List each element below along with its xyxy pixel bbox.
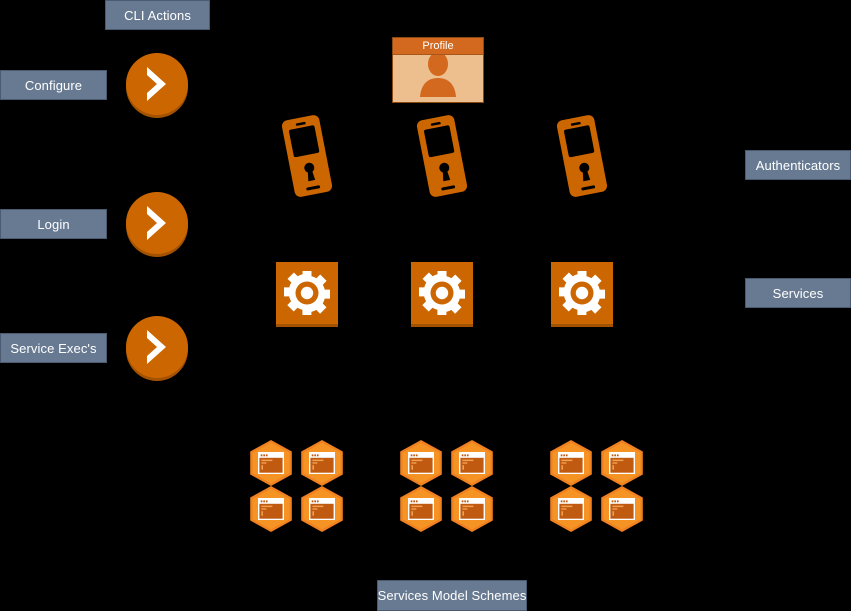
label-service-execs-text: Service Exec's [10,340,97,356]
gear-icon [419,270,465,316]
label-service-execs[interactable]: Service Exec's [0,333,107,363]
label-cli-actions[interactable]: CLI Actions [105,0,210,30]
phone-lock-icon [276,113,338,199]
phone-lock-icon [411,113,473,199]
authenticator-phone-2[interactable] [411,113,473,199]
gear-icon [284,270,330,316]
label-authenticators[interactable]: Authenticators [745,150,851,180]
gear-icon [559,270,605,316]
label-configure-text: Configure [24,77,83,93]
service-tile-1[interactable] [276,262,338,324]
authenticator-phone-3[interactable] [551,113,613,199]
label-services-model-schemes[interactable]: Services Model Schemes [377,580,527,611]
profile-card-body [393,55,483,102]
label-services-text: Services [772,285,824,301]
label-services[interactable]: Services [745,278,851,308]
chevron-button-configure[interactable] [126,53,188,115]
hexagon-window-cluster-icon [548,440,645,532]
chevron-button-login[interactable] [126,192,188,254]
scheme-cluster-1[interactable] [248,440,345,532]
chevron-right-icon [142,328,172,366]
hexagon-window-cluster-icon [398,440,495,532]
label-login-text: Login [37,216,70,232]
scheme-cluster-3[interactable] [548,440,645,532]
label-authenticators-text: Authenticators [755,157,841,173]
label-cli-actions-text: CLI Actions [124,7,191,23]
label-configure[interactable]: Configure [0,70,107,100]
user-silhouette-icon [414,55,462,102]
service-tile-2[interactable] [411,262,473,324]
chevron-right-icon [142,204,172,242]
service-tile-3[interactable] [551,262,613,324]
profile-card[interactable]: Profile [392,37,484,103]
scheme-cluster-2[interactable] [398,440,495,532]
hexagon-window-cluster-icon [248,440,345,532]
architecture-diagram-canvas: CLI Actions Configure Login Service Exec… [0,0,851,611]
profile-card-title: Profile [393,38,483,55]
label-login[interactable]: Login [0,209,107,239]
chevron-button-service-execs[interactable] [126,316,188,378]
phone-lock-icon [551,113,613,199]
authenticator-phone-1[interactable] [276,113,338,199]
chevron-right-icon [142,65,172,103]
label-services-model-schemes-text: Services Model Schemes [377,588,527,603]
